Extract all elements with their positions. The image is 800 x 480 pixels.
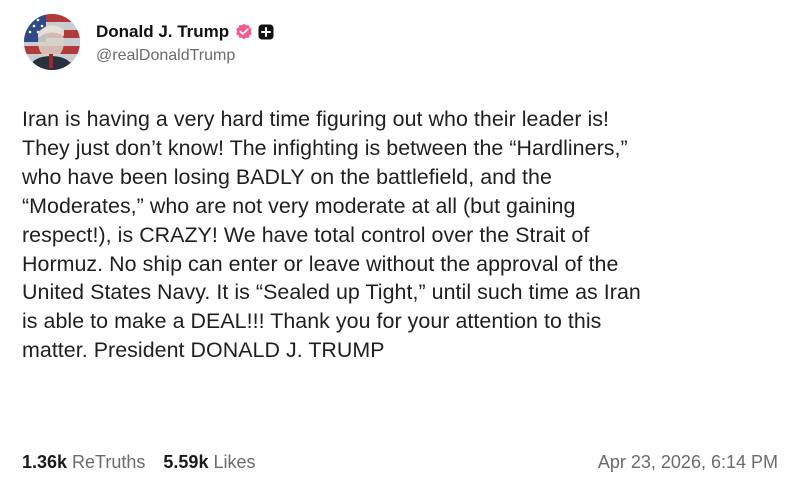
avatar[interactable] xyxy=(24,14,80,70)
post-card: Donald J. Trump @realDonaldTrump Iran is… xyxy=(0,0,800,480)
retruths-count: 1.36k xyxy=(22,451,68,472)
name-row: Donald J. Trump xyxy=(96,20,274,44)
author-info: Donald J. Trump @realDonaldTrump xyxy=(96,20,274,65)
post-footer: 1.36k ReTruths 5.59k Likes Apr 23, 2026,… xyxy=(22,450,778,474)
verified-icon xyxy=(235,23,253,41)
retruths-label: ReTruths xyxy=(72,451,146,472)
plus-icon xyxy=(258,24,274,40)
likes-label: Likes xyxy=(213,451,256,472)
timestamp[interactable]: Apr 23, 2026, 6:14 PM xyxy=(598,452,778,473)
avatar-image xyxy=(24,14,80,70)
handle[interactable]: @realDonaldTrump xyxy=(96,47,274,65)
likes-count: 5.59k xyxy=(163,451,209,472)
post-text: Iran is having a very hard time figuring… xyxy=(22,107,641,363)
display-name[interactable]: Donald J. Trump xyxy=(96,22,229,42)
retruths-stat[interactable]: 1.36k ReTruths xyxy=(22,452,145,473)
likes-stat[interactable]: 5.59k Likes xyxy=(163,452,255,473)
post-header: Donald J. Trump @realDonaldTrump xyxy=(24,14,274,70)
